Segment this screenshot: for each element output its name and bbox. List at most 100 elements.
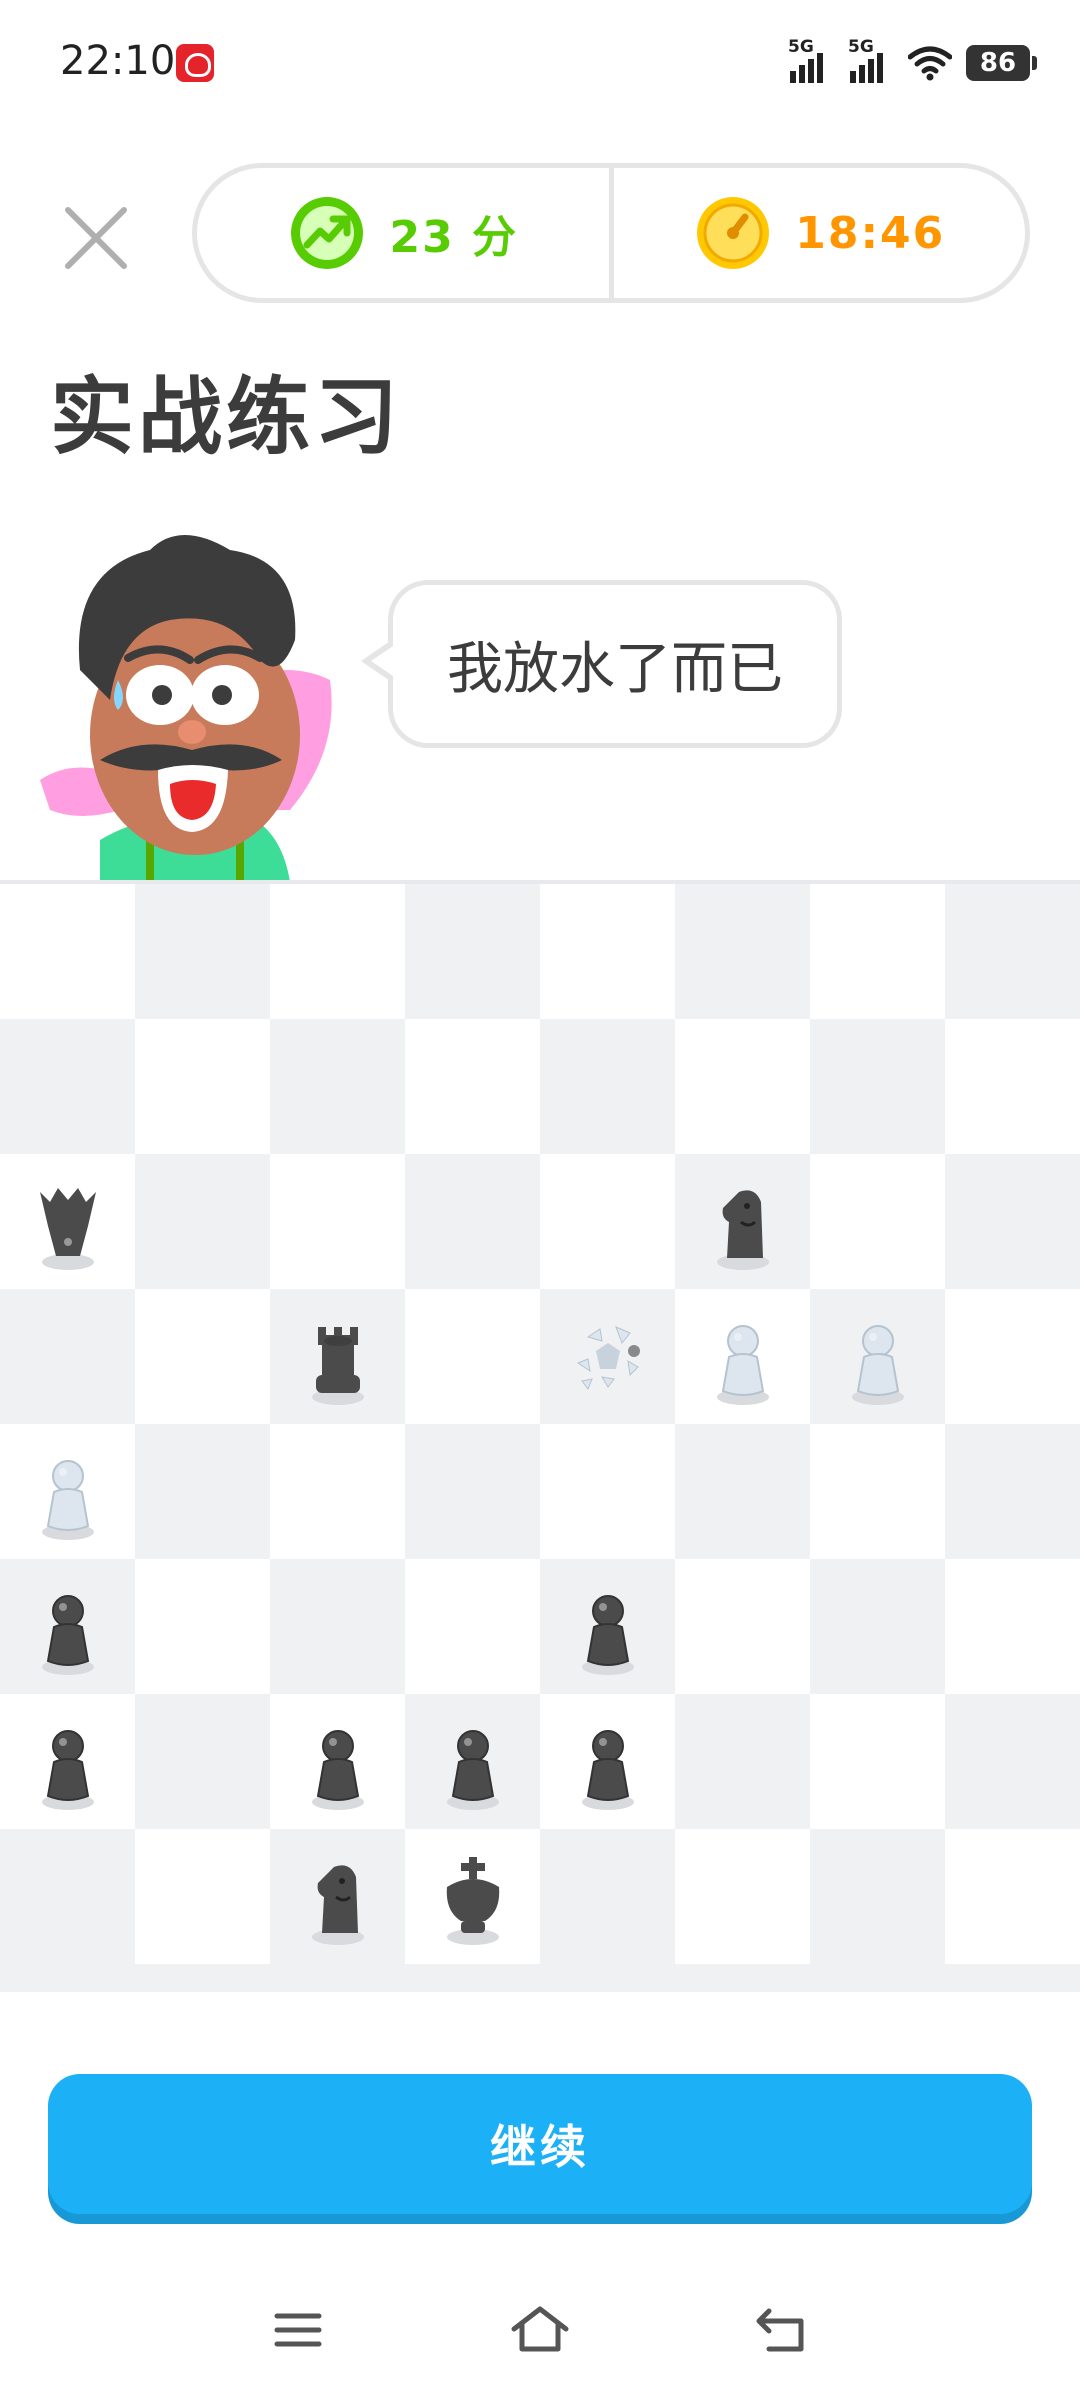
pawn-black-piece[interactable]	[558, 1577, 658, 1677]
board-square[interactable]	[810, 1019, 945, 1154]
board-square[interactable]	[540, 1559, 675, 1694]
board-square[interactable]	[675, 1289, 810, 1424]
board-square[interactable]	[675, 1829, 810, 1964]
chess-board[interactable]	[0, 884, 1080, 1964]
captured-white-king-piece[interactable]	[558, 1307, 658, 1407]
board-square[interactable]	[0, 1829, 135, 1964]
continue-button[interactable]: 继续	[48, 2074, 1032, 2214]
pawn-white-piece[interactable]	[828, 1307, 928, 1407]
pawn-black-piece[interactable]	[18, 1712, 118, 1812]
home-button[interactable]	[500, 2290, 580, 2370]
board-square[interactable]	[270, 1424, 405, 1559]
rook-black-piece[interactable]	[288, 1307, 388, 1407]
close-button[interactable]	[58, 200, 134, 276]
board-square[interactable]	[945, 1694, 1080, 1829]
board-square[interactable]	[540, 1694, 675, 1829]
wifi-icon	[908, 45, 952, 81]
menu-icon	[274, 2313, 322, 2347]
board-square[interactable]	[675, 1424, 810, 1559]
board-square[interactable]	[675, 1154, 810, 1289]
board-square[interactable]	[0, 1019, 135, 1154]
board-square[interactable]	[135, 1424, 270, 1559]
trend-up-icon	[291, 197, 364, 269]
board-square[interactable]	[945, 1424, 1080, 1559]
board-square[interactable]	[810, 1424, 945, 1559]
status-bar: 22:10 5G 5G 86	[0, 0, 1080, 120]
board-square[interactable]	[405, 1289, 540, 1424]
board-square[interactable]	[540, 1019, 675, 1154]
back-icon	[756, 2308, 804, 2352]
board-square[interactable]	[0, 1289, 135, 1424]
board-square[interactable]	[0, 1424, 135, 1559]
board-square[interactable]	[945, 1289, 1080, 1424]
board-square[interactable]	[810, 1289, 945, 1424]
pawn-black-piece[interactable]	[288, 1712, 388, 1812]
knight-black-piece[interactable]	[288, 1847, 388, 1947]
board-square[interactable]	[135, 1694, 270, 1829]
pawn-white-piece[interactable]	[693, 1307, 793, 1407]
board-square[interactable]	[540, 1829, 675, 1964]
board-square[interactable]	[135, 1559, 270, 1694]
board-square[interactable]	[675, 1694, 810, 1829]
board-square[interactable]	[270, 1289, 405, 1424]
board-square[interactable]	[405, 1019, 540, 1154]
board-square[interactable]	[675, 1559, 810, 1694]
board-square[interactable]	[135, 1829, 270, 1964]
speech-text: 我放水了而已	[447, 636, 783, 702]
board-square[interactable]	[135, 1019, 270, 1154]
back-button[interactable]	[742, 2290, 822, 2370]
board-square[interactable]	[540, 1289, 675, 1424]
board-square[interactable]	[405, 1424, 540, 1559]
menu-button[interactable]	[258, 2290, 338, 2370]
board-square[interactable]	[945, 1019, 1080, 1154]
board-square[interactable]	[0, 1694, 135, 1829]
board-square[interactable]	[270, 1559, 405, 1694]
battery-indicator: 86	[966, 45, 1037, 81]
board-square[interactable]	[0, 884, 135, 1019]
pawn-white-piece[interactable]	[18, 1442, 118, 1542]
board-square[interactable]	[270, 1019, 405, 1154]
board-square[interactable]	[270, 1694, 405, 1829]
queen-black-piece[interactable]	[18, 1172, 118, 1272]
status-time: 22:10	[60, 38, 176, 84]
pawn-black-piece[interactable]	[558, 1712, 658, 1812]
page-title: 实战练习	[50, 368, 403, 466]
board-square[interactable]	[945, 1559, 1080, 1694]
board-square[interactable]	[675, 884, 810, 1019]
board-square[interactable]	[945, 1154, 1080, 1289]
board-square[interactable]	[810, 1829, 945, 1964]
board-square[interactable]	[135, 884, 270, 1019]
board-square[interactable]	[0, 1154, 135, 1289]
board-square[interactable]	[405, 1694, 540, 1829]
board-square[interactable]	[810, 1154, 945, 1289]
system-nav-bar	[0, 2290, 1080, 2370]
board-square[interactable]	[405, 884, 540, 1019]
board-square[interactable]	[945, 884, 1080, 1019]
timer-stat: 18:46	[608, 168, 1026, 298]
board-square[interactable]	[540, 1424, 675, 1559]
board-square[interactable]	[810, 884, 945, 1019]
board-square[interactable]	[810, 1559, 945, 1694]
board-square[interactable]	[135, 1154, 270, 1289]
board-square[interactable]	[0, 1559, 135, 1694]
board-square[interactable]	[270, 1154, 405, 1289]
board-square[interactable]	[405, 1559, 540, 1694]
board-square[interactable]	[270, 1829, 405, 1964]
board-square[interactable]	[270, 884, 405, 1019]
board-square[interactable]	[945, 1829, 1080, 1964]
knight-black-piece[interactable]	[693, 1172, 793, 1272]
stats-bar: 23 分 18:46	[192, 163, 1030, 303]
timer-value: 18:46	[795, 207, 946, 259]
board-square[interactable]	[540, 1154, 675, 1289]
board-square[interactable]	[405, 1154, 540, 1289]
pawn-black-piece[interactable]	[18, 1577, 118, 1677]
board-square[interactable]	[405, 1829, 540, 1964]
home-icon	[511, 2306, 569, 2352]
board-square[interactable]	[675, 1019, 810, 1154]
king-black-piece[interactable]	[423, 1847, 523, 1947]
pawn-black-piece[interactable]	[423, 1712, 523, 1812]
board-square[interactable]	[810, 1694, 945, 1829]
board-square[interactable]	[135, 1289, 270, 1424]
board-square[interactable]	[540, 884, 675, 1019]
app-notification-icon	[176, 44, 214, 82]
